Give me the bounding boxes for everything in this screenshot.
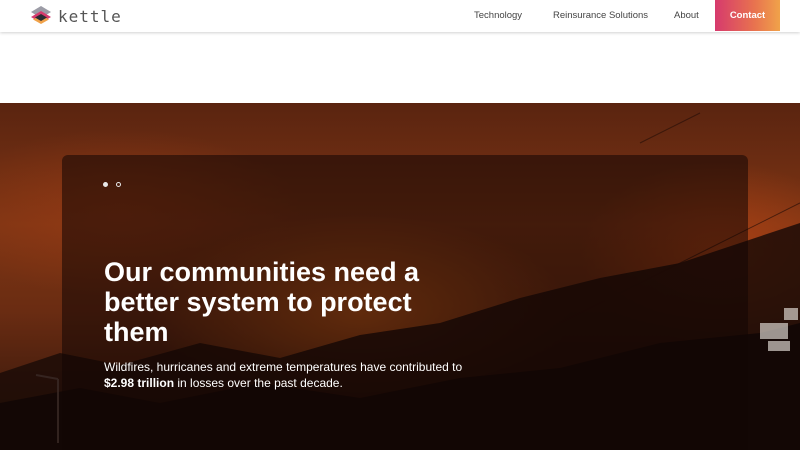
kettle-logo-icon <box>31 6 51 24</box>
nav-link-about[interactable]: About <box>674 0 699 32</box>
carousel-dots <box>103 182 121 187</box>
contact-button[interactable]: Contact <box>715 0 780 31</box>
hero-body-text: Wildfires, hurricanes and extreme temper… <box>104 359 474 391</box>
carousel-dot-1[interactable] <box>103 182 108 187</box>
hero-body-prefix: Wildfires, hurricanes and extreme temper… <box>104 360 463 374</box>
kettle-logo[interactable]: kettle <box>30 4 122 28</box>
logo-text: kettle <box>58 6 122 26</box>
top-navbar: kettle Technology Reinsurance Solutions … <box>0 0 800 32</box>
carousel-dot-2[interactable] <box>116 182 121 187</box>
nav-link-reinsurance-solutions[interactable]: Reinsurance Solutions <box>553 0 648 32</box>
hero-body-suffix: in losses over the past decade. <box>174 376 343 390</box>
nav-link-technology[interactable]: Technology <box>474 0 522 32</box>
hero-section: Our communities need a better system to … <box>0 103 800 450</box>
hero-title: Our communities need a better system to … <box>104 257 420 347</box>
hero-content-card: Our communities need a better system to … <box>62 155 748 450</box>
hero-body-highlight: $2.98 trillion <box>104 376 175 390</box>
